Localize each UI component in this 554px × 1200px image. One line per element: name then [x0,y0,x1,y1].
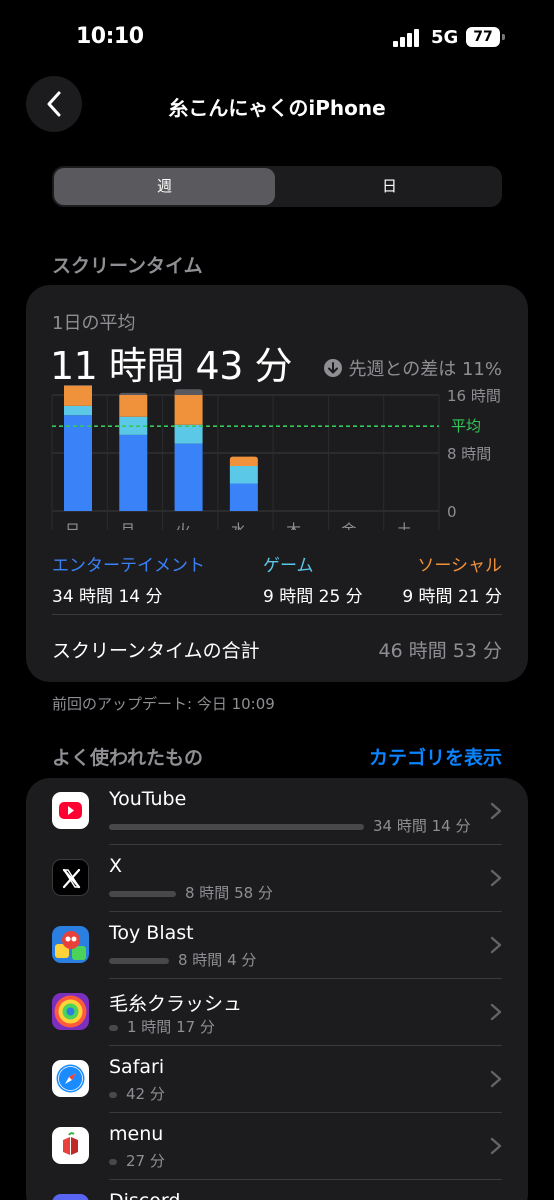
chevron-right-icon [490,869,502,887]
chart-bar-segment [64,415,92,511]
segment-week[interactable]: 週 [54,168,275,205]
chart-bar-segment [119,395,148,417]
category-value: 9 時間 25 分 [263,587,363,607]
toy-blast-icon [52,926,89,963]
x-tick-label: 金 [341,521,356,530]
category-name: ゲーム [263,556,314,576]
total-screentime-label: スクリーンタイムの合計 [52,640,260,662]
screentime-card[interactable]: 1日の平均 11 時間 43 分 先週との差は 11% 16 時間 8 時間 0 日 月… [26,285,528,682]
y-tick-label: 8 時間 [447,445,491,463]
nav-bar: 糸こんにゃくのiPhone [0,72,554,138]
app-time: 27 分 [126,1152,165,1170]
weekly-delta-text: 先週との差は 11% [348,359,502,380]
x-tick-label: 水 [231,521,246,530]
status-time: 10:10 [76,24,144,49]
x-logo-icon [52,859,89,896]
signal-icon [393,29,419,47]
category-entertainment: エンターテイメント 34 時間 14 分 [52,551,205,607]
show-categories-link[interactable]: カテゴリを表示 [369,743,502,770]
average-label: 平均 [451,417,481,435]
divider [52,614,502,615]
app-time: 42 分 [126,1085,165,1103]
weekly-delta: 先週との差は 11% [324,355,502,381]
app-name: Safari [109,1056,165,1078]
chart-bar-segment [119,434,148,511]
app-row-youtube[interactable]: YouTube 34 時間 14 分 [26,778,528,845]
page-title: 糸こんにゃくのiPhone [168,96,386,120]
usage-bar [109,1025,118,1031]
y-tick-label: 16 時間 [447,387,501,405]
segment-day[interactable]: 日 [279,168,500,205]
chart-bar-segment [174,424,203,444]
network-label: 5G [431,27,459,48]
chevron-right-icon [490,1003,502,1021]
chart-bar-segment [229,456,258,467]
category-value: 9 時間 21 分 [402,587,502,607]
app-name: Discord [109,1190,180,1200]
category-social: ソーシャル 9 時間 21 分 [402,551,502,607]
usage-bar [109,824,364,830]
chart-bar-segment [64,385,92,406]
last-update-text: 前回のアップデート: 今日 10:09 [52,695,275,713]
app-row-safari[interactable]: Safari 42 分 [26,1046,528,1113]
battery-icon: 77 [466,27,505,47]
x-tick-label: 月 [120,521,135,530]
status-bar: 10:10 5G 77 [0,0,554,70]
category-name: エンターテイメント [52,556,205,576]
chart-bar-segment [64,385,92,386]
app-time: 8 時間 4 分 [178,951,257,969]
usage-bar [109,958,169,964]
x-tick-label: 日 [65,521,80,530]
discord-icon [52,1194,89,1200]
most-used-section-title: よく使われたもの [52,747,204,769]
screentime-section-title: スクリーンタイム [52,255,203,277]
app-name: YouTube [109,788,187,810]
usage-bar [109,1092,117,1098]
app-row-x[interactable]: X 8 時間 58 分 [26,845,528,912]
chart-bar-segment [229,483,258,511]
app-row-toy-blast[interactable]: Toy Blast 8 時間 4 分 [26,912,528,979]
usage-bar [109,1159,117,1165]
youtube-icon [52,792,89,829]
chevron-right-icon [490,1070,502,1088]
category-value: 34 時間 14 分 [52,587,163,607]
chevron-right-icon [490,1137,502,1155]
yarn-crush-icon [52,993,89,1030]
category-games: ゲーム 9 時間 25 分 [263,551,363,607]
chart-bar-segment [174,389,203,395]
arrow-down-circle-icon [324,359,343,377]
app-row-discord[interactable]: Discord [26,1180,528,1200]
x-tick-label: 火 [176,521,191,530]
total-screentime-value: 46 時間 53 分 [378,640,502,662]
x-tick-label: 土 [397,521,412,530]
chart-bar-segment [229,466,258,484]
app-name: Toy Blast [109,922,194,944]
chevron-right-icon [490,802,502,820]
category-name: ソーシャル [417,556,502,576]
app-name: X [109,855,123,877]
safari-icon [52,1060,89,1097]
y-tick-label: 0 [447,503,457,521]
app-time: 8 時間 58 分 [185,884,273,902]
most-used-list: YouTube 34 時間 14 分 X 8 時間 58 分 Toy Blast… [26,778,528,1200]
chart-bar-segment [174,395,203,425]
menu-app-icon [52,1127,89,1164]
period-segmented-control: 週 日 [52,166,502,207]
chevron-right-icon [490,936,502,954]
usage-bar [109,891,176,897]
app-row-yarn-crush[interactable]: 毛糸クラッシュ 1 時間 17 分 [26,979,528,1046]
app-row-menu[interactable]: menu 27 分 [26,1113,528,1180]
app-name: 毛糸クラッシュ [109,993,243,1015]
x-tick-label: 木 [286,521,301,530]
usage-bar-chart[interactable]: 16 時間 8 時間 0 日 月 火 水 木 金 土 平均 [26,385,528,530]
chart-bar-segment [174,443,203,511]
app-time: 1 時間 17 分 [127,1018,215,1036]
daily-average-value: 11 時間 43 分 [50,344,292,388]
app-name: menu [109,1123,164,1145]
app-time: 34 時間 14 分 [373,817,471,835]
chart-bar-segment [64,405,92,416]
daily-average-label: 1日の平均 [52,313,136,334]
